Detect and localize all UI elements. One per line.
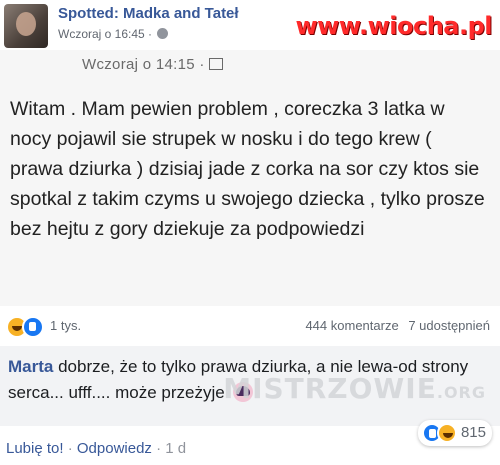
shares-count[interactable]: 7 udostępnień	[408, 318, 490, 333]
post-screenshot-image: Wczoraj o 14:15 · Witam . Mam pewien pro…	[0, 50, 500, 306]
mistrzowie-watermark: MISTRZOWIE.ORG	[223, 372, 486, 405]
action-separator: ·	[67, 440, 73, 457]
post-body-text: Witam . Mam pewien problem , coreczka 3 …	[10, 98, 485, 240]
like-reaction-icon	[22, 316, 44, 338]
haha-reaction-icon	[436, 423, 457, 443]
comment-time[interactable]: · 1 d	[156, 440, 186, 457]
reactions-bar: 1 tys. 444 komentarze 7 udostępnień	[0, 306, 500, 347]
post-timestamp[interactable]: Wczoraj o 16:45 ·	[58, 27, 152, 41]
post-meta: Wczoraj o 16:45 ·	[58, 27, 169, 41]
reaction-icons[interactable]	[6, 316, 44, 338]
screenshot-meta: Wczoraj o 14:15 ·	[82, 56, 223, 73]
page-name-link[interactable]: Spotted: Madka and Tateł	[58, 5, 239, 22]
comment-reactions[interactable]: 815	[417, 420, 492, 446]
page-avatar[interactable]	[4, 4, 48, 48]
reply-button[interactable]: Odpowiedz	[77, 440, 152, 457]
comments-count[interactable]: 444 komentarze	[305, 318, 398, 333]
watermark-text: MISTRZOWIE	[223, 372, 437, 405]
post-stats: 444 komentarze 7 udostępnień	[305, 318, 490, 333]
gear-icon[interactable]	[157, 28, 169, 39]
watermark-suffix: .ORG	[436, 383, 486, 402]
screenshot-timestamp: Wczoraj o 14:15 ·	[82, 56, 205, 73]
comment-bubble: Marta dobrze, że to tylko prawa dziurka,…	[0, 346, 500, 426]
comment-reaction-count: 815	[460, 423, 486, 441]
audience-icon	[208, 58, 223, 70]
comment-author-link[interactable]: Marta	[8, 357, 53, 376]
site-watermark: www.wiocha.pl	[295, 12, 492, 40]
like-comment-button[interactable]: Lubię to!	[6, 440, 64, 457]
comment-actions: Lubię to! · Odpowiedz · 1 d	[6, 440, 186, 457]
reaction-count[interactable]: 1 tys.	[50, 318, 81, 333]
post-header: Spotted: Madka and Tateł Wczoraj o 16:45…	[0, 0, 500, 50]
